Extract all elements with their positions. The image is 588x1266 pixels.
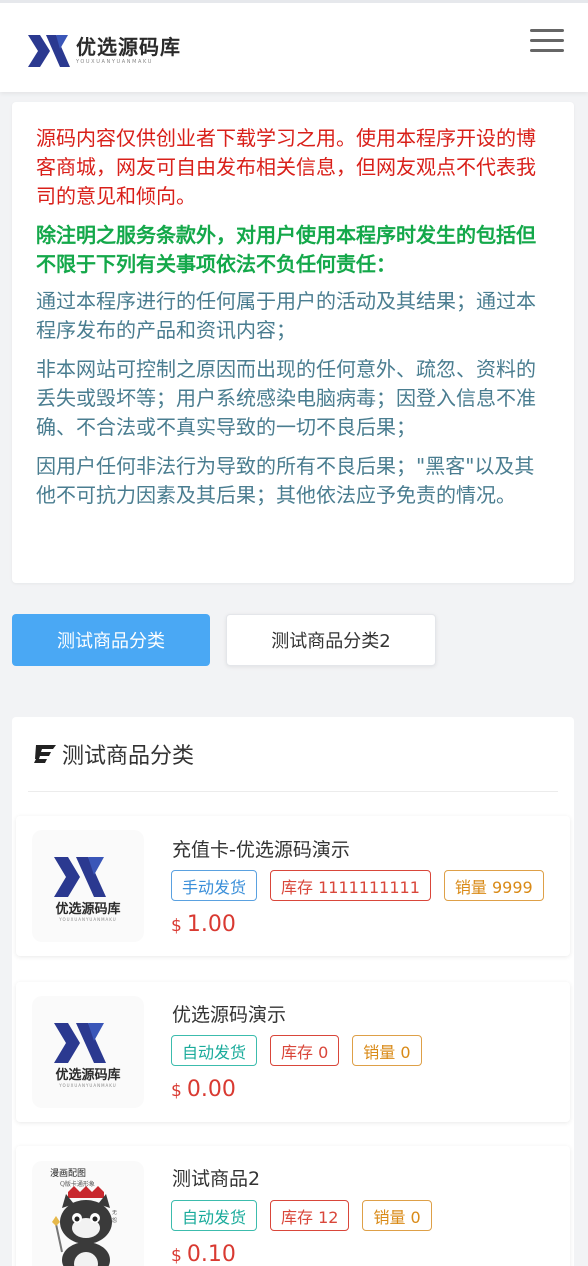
product-price: $0.10 xyxy=(171,1242,236,1266)
logo-subtitle: YOUXUANYUANMAKU xyxy=(76,59,154,65)
category-panel: 测试商品分类 优选源码库 YOUXUANYUANMAKU 充值卡-优选源码演示 … xyxy=(12,717,574,1266)
notice-green-text: 除注明之服务条款外，对用户使用本程序时发生的包括但不限于下列有关事项依法不负任何… xyxy=(36,223,536,276)
svg-text:Q版卡通形象: Q版卡通形象 xyxy=(60,1180,95,1188)
product-thumbnail: 优选源码库 YOUXUANYUANMAKU xyxy=(32,996,144,1108)
price-value: 0.10 xyxy=(186,1242,236,1266)
stock-badge: 库存 1111111111 xyxy=(270,870,431,901)
product-thumbnail: 漫画配图 Q版卡通形象 无 怨 xyxy=(32,1161,144,1266)
svg-text:YOUXUANYUANMAKU: YOUXUANYUANMAKU xyxy=(58,917,116,922)
stock-badge: 库存 0 xyxy=(270,1035,340,1066)
product-card[interactable]: 优选源码库 YOUXUANYUANMAKU 优选源码演示 自动发货 库存 0 销… xyxy=(16,982,570,1122)
product-thumbnail: 优选源码库 YOUXUANYUANMAKU xyxy=(32,830,144,942)
notice-item: 因用户任何非法行为导致的所有不良后果；"黑客"以及其他不可抗力因素及其后果；其他… xyxy=(36,454,535,507)
currency-symbol: $ xyxy=(171,1246,182,1266)
svg-text:漫画配图: 漫画配图 xyxy=(50,1167,86,1179)
site-logo[interactable]: 优选源码库 YOUXUANYUANMAKU xyxy=(26,31,181,71)
notice-item: 通过本程序进行的任何属于用户的活动及其结果；通过本程序发布的产品和资讯内容； xyxy=(36,289,536,342)
sales-badge: 销量 0 xyxy=(362,1200,432,1231)
logo-image: 优选源码库 YOUXUANYUANMAKU xyxy=(54,857,121,922)
delivery-badge: 手动发货 xyxy=(171,870,258,901)
product-tags: 手动发货 库存 1111111111 销量 9999 xyxy=(171,870,544,901)
category-header: 测试商品分类 xyxy=(28,717,558,792)
stock-badge: 库存 12 xyxy=(270,1200,350,1231)
svg-text:优选源码库: 优选源码库 xyxy=(55,1067,120,1083)
svg-text:优选源码库: 优选源码库 xyxy=(55,901,120,917)
top-header: 优选源码库 YOUXUANYUANMAKU xyxy=(0,0,588,92)
sales-badge: 销量 9999 xyxy=(443,870,544,901)
sales-badge: 销量 0 xyxy=(352,1035,422,1066)
svg-text:无: 无 xyxy=(112,1210,117,1216)
product-price: $0.00 xyxy=(171,1077,236,1102)
product-tags: 自动发货 库存 0 销量 0 xyxy=(171,1035,422,1066)
price-value: 1.00 xyxy=(186,912,236,937)
logo-name: 优选源码库 xyxy=(76,35,181,59)
price-value: 0.00 xyxy=(186,1077,236,1102)
tab-category-2[interactable]: 测试商品分类2 xyxy=(226,614,436,666)
hamburger-icon[interactable] xyxy=(530,29,564,53)
category-title: 测试商品分类 xyxy=(62,744,195,769)
currency-symbol: $ xyxy=(171,916,182,936)
product-price: $1.00 xyxy=(171,912,236,937)
css3-icon xyxy=(34,745,56,763)
currency-symbol: $ xyxy=(171,1081,182,1101)
tab-category-1[interactable]: 测试商品分类 xyxy=(12,614,210,666)
cat-image: 漫画配图 Q版卡通形象 无 怨 xyxy=(50,1167,117,1266)
product-name[interactable]: 优选源码演示 xyxy=(172,1000,286,1027)
notice-red-text: 源码内容仅供创业者下载学习之用。使用本程序开设的博客商城，网友可自由发布相关信息… xyxy=(36,126,536,208)
product-name[interactable]: 测试商品2 xyxy=(172,1164,260,1191)
delivery-badge: 自动发货 xyxy=(171,1200,258,1231)
svg-text:怨: 怨 xyxy=(112,1217,117,1224)
product-card[interactable]: 漫画配图 Q版卡通形象 无 怨 测试商品2 自动发货 库存 12 销量 0 $ … xyxy=(16,1146,570,1266)
notice-item: 非本网站可控制之原因而出现的任何意外、疏忽、资料的丢失或毁坏等；用户系统感染电脑… xyxy=(36,357,536,439)
product-tags: 自动发货 库存 12 销量 0 xyxy=(171,1200,432,1231)
logo-mark-icon xyxy=(28,35,70,67)
svg-text:YOUXUANYUANMAKU: YOUXUANYUANMAKU xyxy=(58,1083,116,1088)
disclaimer-notice: 源码内容仅供创业者下载学习之用。使用本程序开设的博客商城，网友可自由发布相关信息… xyxy=(12,102,574,583)
delivery-badge: 自动发货 xyxy=(171,1035,258,1066)
logo-image: 优选源码库 YOUXUANYUANMAKU xyxy=(54,1023,121,1088)
product-card[interactable]: 优选源码库 YOUXUANYUANMAKU 充值卡-优选源码演示 手动发货 库存… xyxy=(16,816,570,956)
product-name[interactable]: 充值卡-优选源码演示 xyxy=(172,835,350,862)
